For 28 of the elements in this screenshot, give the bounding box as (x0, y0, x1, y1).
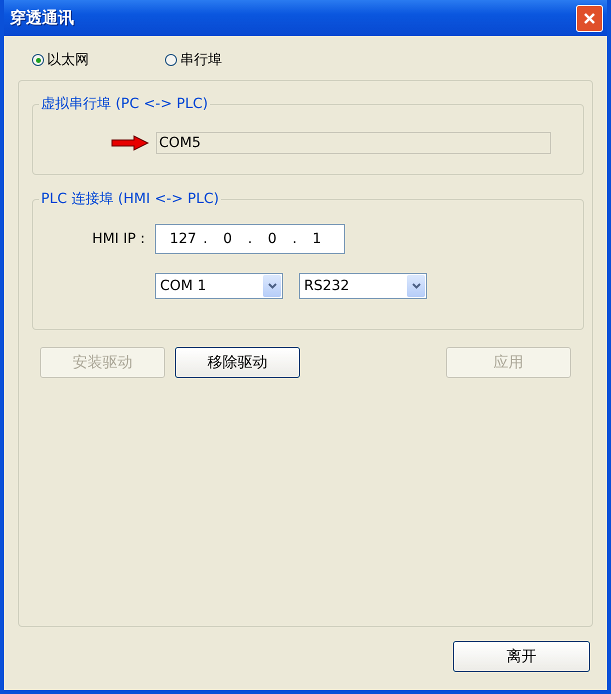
close-icon (583, 12, 596, 24)
radio-option[interactable]: 串行埠 (165, 51, 222, 69)
chevron-down-icon (268, 283, 276, 289)
ip-separator: . (291, 231, 298, 247)
radio-icon (32, 54, 44, 66)
action-button[interactable]: 移除驱动 (175, 347, 300, 378)
close-button[interactable] (576, 4, 603, 32)
ip-label: HMI IP : (91, 231, 145, 247)
dropdown-value: RS232 (304, 278, 350, 294)
dropdown-value: COM 1 (160, 278, 206, 294)
dropdown[interactable]: COM 1 (155, 273, 283, 299)
arrow-icon (111, 135, 149, 151)
chevron-down-icon (412, 283, 420, 289)
ip-separator: . (202, 231, 209, 247)
group-title: 虚拟串行埠 (PC <-> PLC) (40, 95, 210, 113)
radio-option[interactable]: 以太网 (32, 51, 89, 69)
exit-button[interactable]: 离开 (453, 641, 590, 672)
window-title: 穿透通讯 (10, 8, 74, 28)
ip-field[interactable]: 127 . 0 . 0 . 1 (155, 224, 345, 254)
port-field: COM5 (156, 132, 551, 154)
ip-octet: 0 (222, 231, 234, 247)
ip-separator: . (246, 231, 254, 247)
ip-octet: 127 (169, 231, 198, 247)
ip-octet: 0 (266, 231, 278, 247)
ip-octet: 1 (311, 231, 322, 247)
group-title: PLC 连接埠 (HMI <-> PLC) (40, 190, 220, 208)
dropdown[interactable]: RS232 (299, 273, 427, 299)
radio-icon (165, 54, 177, 66)
